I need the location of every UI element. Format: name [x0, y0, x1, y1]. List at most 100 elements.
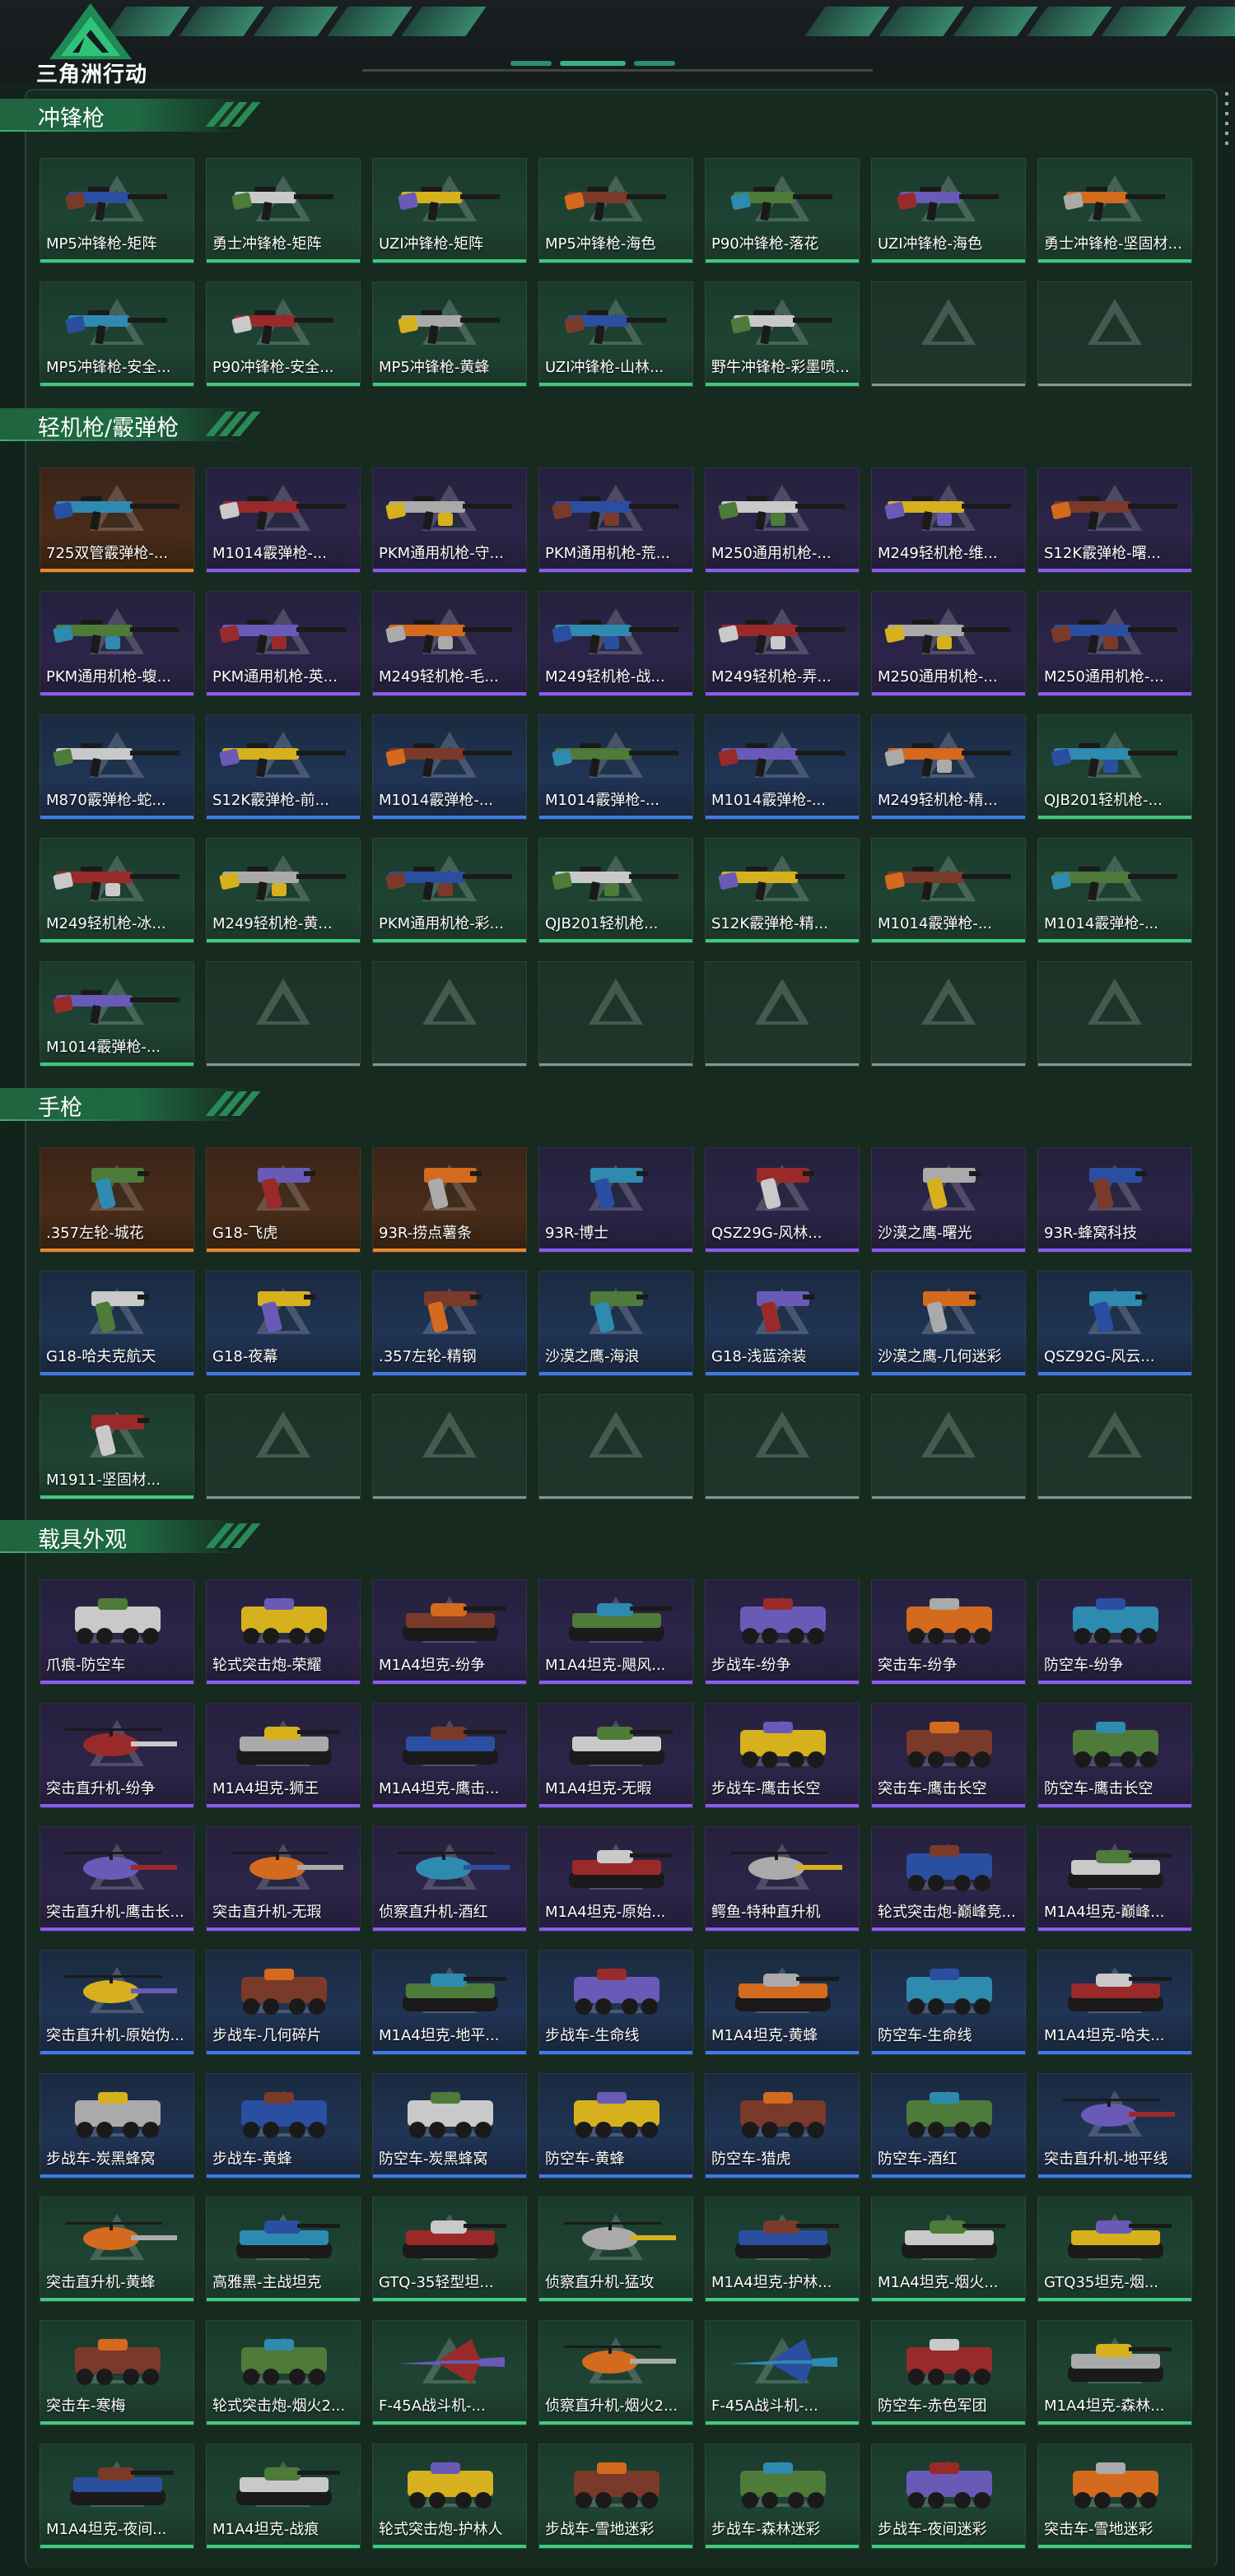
skin-card[interactable]: MP5冲锋枪-矩阵: [40, 158, 194, 263]
skin-card[interactable]: G18-浅蓝涂装: [705, 1271, 860, 1376]
skin-card[interactable]: M249轻机枪-毛...: [372, 591, 527, 696]
skin-card[interactable]: M249轻机枪-精...: [871, 714, 1026, 820]
skin-card[interactable]: M1A4坦克-纷争: [372, 1579, 527, 1685]
skin-card[interactable]: M1014霰弹枪-...: [206, 467, 361, 573]
skin-card[interactable]: M1A4坦克-无暇: [538, 1703, 693, 1808]
skin-card[interactable]: F-45A战斗机-...: [372, 2320, 527, 2425]
skin-card[interactable]: 步战车-雪地迷彩: [538, 2443, 693, 2549]
skin-card[interactable]: 突击直升机-纷争: [40, 1703, 194, 1808]
skin-card[interactable]: 突击车-纷争: [871, 1579, 1026, 1685]
skin-card[interactable]: M1A4坦克-地平...: [372, 1950, 527, 2055]
skin-card[interactable]: 防空车-猎虎: [705, 2073, 860, 2178]
skin-card[interactable]: 步战车-鹰击长空: [705, 1703, 860, 1808]
skin-card[interactable]: 轮式突击炮-荣耀: [206, 1579, 361, 1685]
skin-card[interactable]: 突击直升机-黄蜂: [40, 2197, 194, 2302]
skin-card[interactable]: S12K霰弹枪-曙...: [1037, 467, 1192, 573]
skin-card[interactable]: UZI冲锋枪-矩阵: [372, 158, 527, 263]
skin-card[interactable]: 防空车-炭黑蜂窝: [372, 2073, 527, 2178]
skin-card[interactable]: 步战车-纷争: [705, 1579, 860, 1685]
skin-card[interactable]: 侦察直升机-酒红: [372, 1826, 527, 1932]
skin-card[interactable]: G18-哈夫克航天: [40, 1271, 194, 1376]
skin-card[interactable]: QSZ29G-风林...: [705, 1147, 860, 1253]
skin-card[interactable]: PKM通用机枪-荒...: [538, 467, 693, 573]
skin-card[interactable]: .357左轮-城花: [40, 1147, 194, 1253]
skin-card[interactable]: 侦察直升机-烟火2...: [538, 2320, 693, 2425]
skin-card[interactable]: PKM通用机枪-英...: [206, 591, 361, 696]
skin-card[interactable]: 725双管霰弹枪-...: [40, 467, 194, 573]
skin-card[interactable]: 步战车-炭黑蜂窝: [40, 2073, 194, 2178]
skin-card[interactable]: 轮式突击炮-烟火2...: [206, 2320, 361, 2425]
skin-card[interactable]: 勇士冲锋枪-矩阵: [206, 158, 361, 263]
skin-card[interactable]: G18-飞虎: [206, 1147, 361, 1253]
skin-card[interactable]: 突击直升机-无瑕: [206, 1826, 361, 1932]
skin-card[interactable]: UZI冲锋枪-海色: [871, 158, 1026, 263]
skin-card[interactable]: 防空车-纷争: [1037, 1579, 1192, 1685]
skin-card[interactable]: 步战车-几何碎片: [206, 1950, 361, 2055]
skin-card[interactable]: 高雅黑-主战坦克: [206, 2197, 361, 2302]
skin-card[interactable]: 步战车-夜间迷彩: [871, 2443, 1026, 2549]
skin-card[interactable]: M1A4坦克-战痕: [206, 2443, 361, 2549]
skin-card[interactable]: M1014霰弹枪-...: [40, 961, 194, 1067]
skin-card[interactable]: M1014霰弹枪-...: [538, 714, 693, 820]
skin-card[interactable]: PKM通用机枪-守...: [372, 467, 527, 573]
skin-card[interactable]: 沙漠之鹰-曙光: [871, 1147, 1026, 1253]
skin-card[interactable]: S12K霰弹枪-前...: [206, 714, 361, 820]
skin-card[interactable]: 沙漠之鹰-海浪: [538, 1271, 693, 1376]
skin-card[interactable]: 步战车-黄蜂: [206, 2073, 361, 2178]
skin-card[interactable]: M1A4坦克-鹰击...: [372, 1703, 527, 1808]
skin-card[interactable]: M249轻机枪-战...: [538, 591, 693, 696]
skin-card[interactable]: 轮式突击炮-巅峰竞...: [871, 1826, 1026, 1932]
skin-card[interactable]: S12K霰弹枪-精...: [705, 838, 860, 943]
skin-card[interactable]: M1A4坦克-森林...: [1037, 2320, 1192, 2425]
skin-card[interactable]: M1A4坦克-烟火...: [871, 2197, 1026, 2302]
skin-card[interactable]: MP5冲锋枪-安全...: [40, 281, 194, 387]
skin-card[interactable]: P90冲锋枪-安全...: [206, 281, 361, 387]
skin-card[interactable]: 防空车-鹰击长空: [1037, 1703, 1192, 1808]
skin-card[interactable]: PKM通用机枪-彩...: [372, 838, 527, 943]
skin-card[interactable]: M249轻机枪-黄...: [206, 838, 361, 943]
skin-card[interactable]: 突击直升机-原始伪...: [40, 1950, 194, 2055]
skin-card[interactable]: 轮式突击炮-护林人: [372, 2443, 527, 2549]
skin-card[interactable]: 93R-博士: [538, 1147, 693, 1253]
skin-card[interactable]: 鳄鱼-特种直升机: [705, 1826, 860, 1932]
skin-card[interactable]: M1A4坦克-黄蜂: [705, 1950, 860, 2055]
skin-card[interactable]: M1014霰弹枪-...: [705, 714, 860, 820]
skin-card[interactable]: 突击车-寒梅: [40, 2320, 194, 2425]
skin-card[interactable]: M1A4坦克-狮王: [206, 1703, 361, 1808]
skin-card[interactable]: .357左轮-精钢: [372, 1271, 527, 1376]
skin-card[interactable]: M1A4坦克-原始...: [538, 1826, 693, 1932]
skin-card[interactable]: 步战车-生命线: [538, 1950, 693, 2055]
skin-card[interactable]: 沙漠之鹰-几何迷彩: [871, 1271, 1026, 1376]
skin-card[interactable]: M249轻机枪-维...: [871, 467, 1026, 573]
skin-card[interactable]: MP5冲锋枪-海色: [538, 158, 693, 263]
skin-card[interactable]: 步战车-森林迷彩: [705, 2443, 860, 2549]
skin-card[interactable]: M250通用机枪-...: [871, 591, 1026, 696]
skin-card[interactable]: 勇士冲锋枪-坚固材...: [1037, 158, 1192, 263]
skin-card[interactable]: P90冲锋枪-落花: [705, 158, 860, 263]
skin-card[interactable]: M1014霰弹枪-...: [372, 714, 527, 820]
skin-card[interactable]: M249轻机枪-冰...: [40, 838, 194, 943]
skin-card[interactable]: 93R-捞点薯条: [372, 1147, 527, 1253]
skin-card[interactable]: 野牛冲锋枪-彩墨喷...: [705, 281, 860, 387]
skin-card[interactable]: M250通用机枪-...: [705, 467, 860, 573]
skin-card[interactable]: G18-夜幕: [206, 1271, 361, 1376]
skin-card[interactable]: QJB201轻机枪...: [538, 838, 693, 943]
skin-card[interactable]: 防空车-赤色军团: [871, 2320, 1026, 2425]
skin-card[interactable]: 突击车-雪地迷彩: [1037, 2443, 1192, 2549]
skin-card[interactable]: M249轻机枪-弄...: [705, 591, 860, 696]
skin-card[interactable]: UZI冲锋枪-山林...: [538, 281, 693, 387]
scrollbar[interactable]: [1225, 92, 1228, 158]
skin-card[interactable]: M250通用机枪-...: [1037, 591, 1192, 696]
skin-card[interactable]: 93R-蜂窝科技: [1037, 1147, 1192, 1253]
skin-card[interactable]: M870霰弹枪-蛇...: [40, 714, 194, 820]
skin-card[interactable]: GTQ35坦克-烟...: [1037, 2197, 1192, 2302]
skin-card[interactable]: GTQ-35轻型坦...: [372, 2197, 527, 2302]
skin-card[interactable]: M1A4坦克-夜间...: [40, 2443, 194, 2549]
skin-card[interactable]: M1A4坦克-飓风...: [538, 1579, 693, 1685]
skin-card[interactable]: F-45A战斗机-...: [705, 2320, 860, 2425]
skin-card[interactable]: 侦察直升机-猛攻: [538, 2197, 693, 2302]
skin-card[interactable]: 防空车-酒红: [871, 2073, 1026, 2178]
skin-card[interactable]: M1014霰弹枪-...: [871, 838, 1026, 943]
skin-card[interactable]: PKM通用机枪-蝮...: [40, 591, 194, 696]
skin-card[interactable]: 突击直升机-地平线: [1037, 2073, 1192, 2178]
